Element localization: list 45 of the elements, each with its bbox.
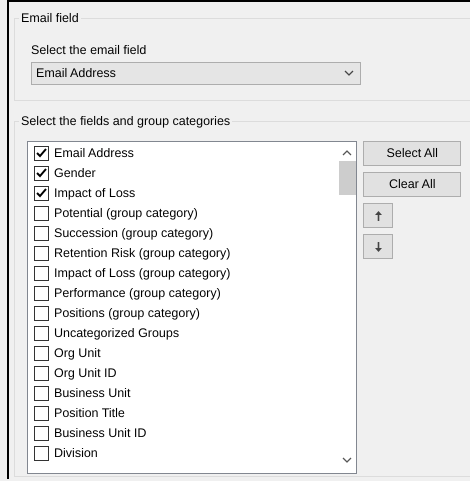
arrow-up-icon bbox=[374, 210, 382, 220]
action-button[interactable]: Select All bbox=[363, 141, 462, 166]
list-item-label[interactable]: Division bbox=[54, 444, 98, 462]
checkbox[interactable] bbox=[34, 286, 49, 300]
list-item-label[interactable]: Potential (group category) bbox=[54, 204, 198, 222]
list-item-label[interactable]: Position Title bbox=[54, 404, 125, 422]
list-item-label[interactable]: Performance (group category) bbox=[54, 284, 221, 302]
checkbox[interactable] bbox=[34, 406, 49, 420]
list-item-label[interactable]: Succession (group category) bbox=[54, 224, 214, 242]
checkbox[interactable] bbox=[34, 146, 49, 160]
list-item-label[interactable]: Business Unit ID bbox=[54, 424, 146, 442]
group-title: Select the fields and group categories bbox=[19, 113, 232, 129]
checkbox[interactable] bbox=[34, 246, 49, 260]
checkbox[interactable] bbox=[34, 426, 49, 440]
chevron-up-icon bbox=[342, 150, 352, 156]
checkbox[interactable] bbox=[34, 366, 49, 380]
chevron-down-icon bbox=[344, 70, 354, 76]
action-button[interactable]: Clear All bbox=[363, 172, 462, 197]
list-item-label[interactable]: Impact of Loss (group category) bbox=[54, 264, 230, 282]
checkbox[interactable] bbox=[34, 226, 49, 240]
checkbox[interactable] bbox=[34, 386, 49, 400]
list-item-label[interactable]: Uncategorized Groups bbox=[54, 324, 180, 342]
list-item-label[interactable]: Retention Risk (group category) bbox=[54, 244, 230, 262]
list-item-label[interactable]: Email Address bbox=[54, 144, 134, 162]
chevron-down-icon bbox=[342, 457, 352, 463]
arrow-down-icon bbox=[374, 242, 382, 252]
list-item-label[interactable]: Business Unit bbox=[54, 384, 130, 402]
field-label: Select the email field bbox=[31, 42, 148, 59]
scrollbar-thumb[interactable] bbox=[338, 161, 356, 195]
checkbox[interactable] bbox=[34, 186, 49, 200]
checkbox[interactable] bbox=[34, 266, 49, 280]
checkbox[interactable] bbox=[34, 206, 49, 220]
email-field-dropdown[interactable]: Email Address bbox=[31, 62, 361, 85]
checkbox[interactable] bbox=[34, 306, 49, 320]
list-item-label[interactable]: Gender bbox=[54, 164, 96, 182]
move-up-button[interactable] bbox=[363, 203, 394, 228]
checkbox[interactable] bbox=[34, 346, 49, 360]
checkbox[interactable] bbox=[34, 166, 49, 180]
move-down-button[interactable] bbox=[363, 234, 394, 259]
checkbox[interactable] bbox=[34, 326, 49, 340]
list-item-label[interactable]: Org Unit bbox=[54, 344, 101, 362]
checkbox[interactable] bbox=[34, 446, 49, 460]
list-item-label[interactable]: Impact of Loss bbox=[54, 184, 136, 202]
list-item-label[interactable]: Org Unit ID bbox=[54, 364, 117, 382]
list-item-label[interactable]: Positions (group category) bbox=[54, 304, 200, 322]
